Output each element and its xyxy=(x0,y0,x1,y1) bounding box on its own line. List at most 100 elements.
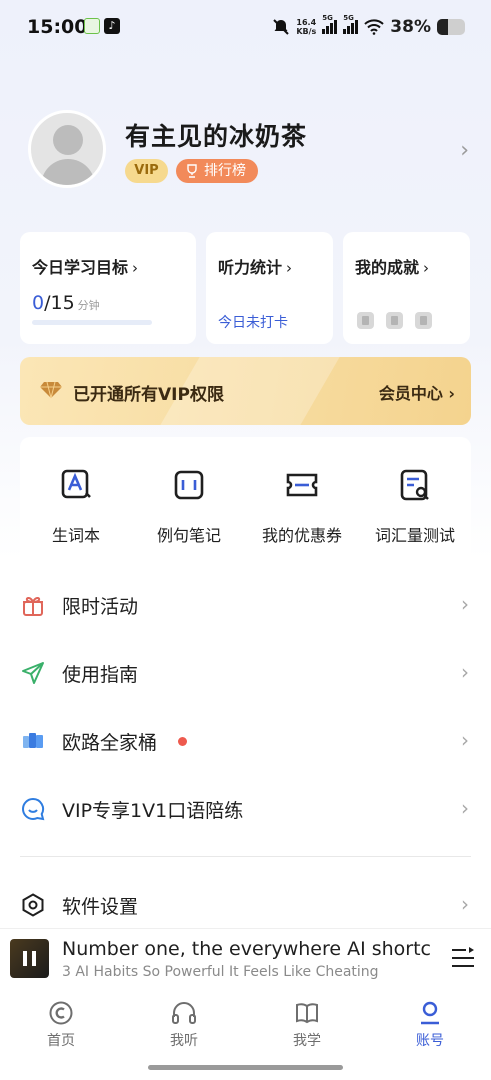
daily-goal-title: 今日学习目标 › xyxy=(32,254,138,278)
book-icon xyxy=(296,1003,318,1024)
vocabulary-book-icon xyxy=(61,469,91,499)
daily-goal-current: 0 xyxy=(32,292,45,314)
playlist-icon[interactable] xyxy=(451,947,475,969)
medal-icon xyxy=(357,312,374,329)
signal-icon: 5G xyxy=(343,14,359,34)
chevron-right-icon: › xyxy=(461,796,469,820)
battery-icon xyxy=(437,19,465,35)
app-notification-icon xyxy=(84,18,100,34)
settings-icon xyxy=(22,893,44,917)
rank-badge[interactable]: 排行榜 xyxy=(176,159,258,183)
achievements-card[interactable]: 我的成就 › xyxy=(343,232,470,344)
menu-item-vip-speaking-practice[interactable]: VIP专享1V1口语陪练 › xyxy=(0,779,491,839)
nav-label: 账号 xyxy=(416,1033,444,1049)
menu-item-limited-events[interactable]: 限时活动 › xyxy=(0,575,491,635)
chevron-right-icon: › xyxy=(461,660,469,684)
wifi-icon xyxy=(364,19,384,35)
trophy-icon xyxy=(187,164,197,178)
player-title: Number one, the everywhere AI shortcut xyxy=(62,938,430,960)
network-speed: 16.4 KB/s xyxy=(296,18,316,36)
network-speed-value: 16.4 xyxy=(296,18,317,27)
nav-tab-account[interactable]: 账号 xyxy=(390,1000,470,1050)
medal-icon xyxy=(386,312,403,329)
signal-label: 5G xyxy=(322,14,333,22)
signal-label: 5G xyxy=(343,14,354,22)
daily-goal-value: 0/15 分钟 xyxy=(32,292,100,314)
rank-badge-label: 排行榜 xyxy=(204,163,246,179)
vip-status-text: 已开通所有VIP权限 xyxy=(73,385,224,405)
coupon-button[interactable]: 我的优惠券 xyxy=(246,467,358,546)
chevron-right-icon[interactable]: › xyxy=(460,138,469,163)
avatar[interactable] xyxy=(28,110,106,188)
vocabulary-book-button[interactable]: 生词本 xyxy=(20,467,132,546)
username[interactable]: 有主见的冰奶茶 xyxy=(125,117,307,153)
vocab-test-icon xyxy=(400,469,429,501)
chevron-right-icon: › xyxy=(423,259,430,277)
chevron-right-icon: › xyxy=(448,384,455,403)
member-center-label: 会员中心 xyxy=(378,384,443,403)
battery-percent: 38% xyxy=(390,17,431,37)
gift-icon xyxy=(23,596,43,616)
home-indicator[interactable] xyxy=(148,1065,343,1070)
vocab-test-button[interactable]: 词汇量测试 xyxy=(359,467,471,546)
vip-banner[interactable]: 已开通所有VIP权限 会员中心 › xyxy=(20,357,471,425)
member-center-link[interactable]: 会员中心 › xyxy=(379,380,455,404)
nav-label: 首页 xyxy=(47,1033,75,1049)
menu-label: 使用指南 xyxy=(62,664,139,686)
tools-grid: 生词本 例句笔记 我的优惠券 词汇量测试 xyxy=(20,437,471,562)
paper-plane-icon xyxy=(22,662,44,684)
sentence-notes-button[interactable]: 例句笔记 xyxy=(133,467,245,546)
player-subtitle: 3 AI Habits So Powerful It Feels Like Ch… xyxy=(62,964,379,980)
mute-bell-icon xyxy=(273,19,290,35)
signal-icon: 5G xyxy=(322,14,338,34)
chevron-right-icon: › xyxy=(461,892,469,916)
coupon-icon xyxy=(286,473,318,497)
daily-goal-card[interactable]: 今日学习目标 › 0/15 分钟 xyxy=(20,232,196,344)
listening-stats-title: 听力统计 › xyxy=(218,254,292,278)
divider xyxy=(20,856,471,857)
mini-player[interactable]: Number one, the everywhere AI shortcut 3… xyxy=(0,928,491,988)
status-time: 15:00 xyxy=(27,16,88,38)
achievements-title-text: 我的成就 xyxy=(355,258,420,277)
menu-item-settings[interactable]: 软件设置 › xyxy=(0,875,491,935)
daily-goal-title-text: 今日学习目标 xyxy=(32,258,129,277)
menu-label: 软件设置 xyxy=(62,896,139,918)
achievements-title: 我的成就 › xyxy=(355,254,429,278)
daily-goal-unit: 分钟 xyxy=(77,299,100,312)
apps-bundle-icon xyxy=(23,733,43,748)
nav-tab-listen[interactable]: 我听 xyxy=(144,1000,224,1050)
tool-label: 词汇量测试 xyxy=(374,526,455,545)
status-bar: 15:00 ♪ 16.4 KB/s 5G 5G 38% xyxy=(0,0,491,56)
pause-icon[interactable] xyxy=(23,951,36,966)
daily-goal-total: /15 xyxy=(44,292,75,314)
new-badge-dot xyxy=(178,737,187,746)
chevron-right-icon: › xyxy=(286,259,293,277)
nav-tab-learn[interactable]: 我学 xyxy=(267,1000,347,1050)
menu-label: 欧路全家桶 xyxy=(62,732,158,754)
nav-label: 我学 xyxy=(293,1033,321,1049)
account-icon xyxy=(421,1001,439,1025)
network-speed-unit: KB/s xyxy=(296,27,317,36)
tool-label: 我的优惠券 xyxy=(261,526,342,545)
medal-icon xyxy=(415,312,432,329)
menu-label: VIP专享1V1口语陪练 xyxy=(62,800,244,822)
nav-label: 我听 xyxy=(170,1033,198,1049)
chevron-right-icon: › xyxy=(461,592,469,616)
menu-item-eudic-bundle[interactable]: 欧路全家桶 › xyxy=(0,711,491,771)
nav-tab-home[interactable]: 首页 xyxy=(21,1000,101,1050)
home-icon xyxy=(49,1001,73,1025)
listening-stats-card[interactable]: 听力统计 › 今日未打卡 xyxy=(206,232,333,344)
vip-badge: VIP xyxy=(125,159,168,183)
checkin-status: 今日未打卡 xyxy=(218,315,288,331)
tiktok-notification-icon: ♪ xyxy=(104,18,120,34)
tool-label: 例句笔记 xyxy=(156,526,221,545)
chat-bubble-icon xyxy=(22,797,45,821)
headphones-icon xyxy=(172,1002,196,1024)
listening-stats-title-text: 听力统计 xyxy=(218,258,283,277)
diamond-icon xyxy=(40,381,62,399)
achievement-medals xyxy=(357,312,432,329)
album-cover[interactable] xyxy=(10,939,49,978)
chevron-right-icon: › xyxy=(461,728,469,752)
daily-goal-progress xyxy=(32,320,152,325)
menu-item-user-guide[interactable]: 使用指南 › xyxy=(0,643,491,703)
